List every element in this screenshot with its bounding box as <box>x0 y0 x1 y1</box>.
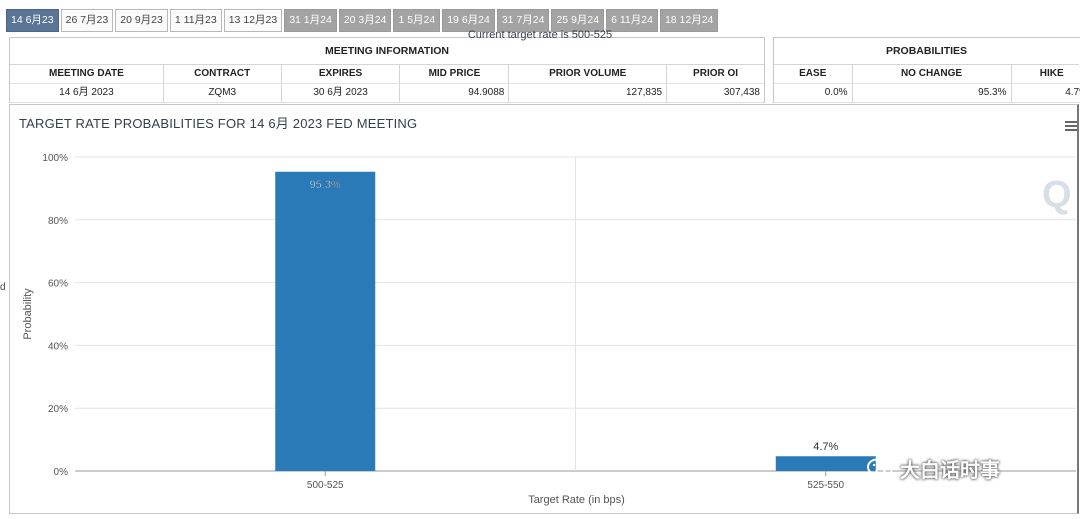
chart-subtitle: Current target rate is 500-525 <box>467 29 613 41</box>
meeting-info-value: ZQM3 <box>164 84 282 102</box>
probability-value: 0.0% <box>774 84 853 102</box>
watermark-text: 大白话时事 <box>900 460 1000 482</box>
clipped-label: d <box>0 282 6 293</box>
meeting-info-header: CONTRACT <box>164 65 282 83</box>
meeting-info-value: 307,438 <box>723 87 760 98</box>
meeting-information-panel: MEETING INFORMATION MEETING DATE CONTRACT… <box>9 37 765 103</box>
probability-value: 95.3% <box>853 84 1012 102</box>
meeting-info-header: EXPIRES <box>282 65 401 83</box>
meeting-info-value: 14 6月 2023 <box>10 84 164 102</box>
meeting-info-header: MID PRICE <box>400 65 510 83</box>
probability-header: EASE <box>774 65 853 83</box>
meeting-info-header: MEETING DATE <box>10 65 164 83</box>
meeting-information-value-row: 14 6月 2023 ZQM3 30 6月 2023 94.9088 127,835 30… <box>10 84 764 103</box>
probabilities-header-row: EASE NO CHANGE HIKE <box>774 65 1080 84</box>
meeting-information-header-row: MEETING DATE CONTRACT EXPIRES MID PRICE PRIO… <box>10 65 764 84</box>
probabilities-value-row: 0.0%95.3% 4.7% <box>774 84 1080 103</box>
meeting-info-value: 94.9088 <box>400 84 510 102</box>
probability-value: 4.7% <box>1065 87 1080 98</box>
meeting-info-header: PRIOR VOLUME <box>509 65 668 83</box>
probabilities-title: PROBABILITIES <box>774 38 1079 65</box>
chart-panel: TARGET RATE PROBABILITIES FOR 14 6月 2023… <box>9 104 1079 514</box>
probability-header: HIKE <box>1039 68 1064 79</box>
meeting-info-header: PRIOR OI <box>693 68 739 79</box>
meeting-info-value: 127,835 <box>509 84 668 102</box>
chart-title: TARGET RATE PROBABILITIES FOR 14 6月 2023… <box>19 116 418 131</box>
hamburger-menu-icon[interactable] <box>1065 121 1077 131</box>
wechat-icon <box>867 458 893 479</box>
meeting-info-value: 30 6月 2023 <box>282 84 401 102</box>
probabilities-panel: PROBABILITIES EASE NO CHANGE HIKE 0.0% 95.3… <box>773 37 1080 103</box>
meeting-information-title: MEETING INFORMATION <box>10 38 764 65</box>
probability-header: NO CHANGE <box>853 65 1012 83</box>
watermark: 大白话时事 <box>866 454 1000 483</box>
